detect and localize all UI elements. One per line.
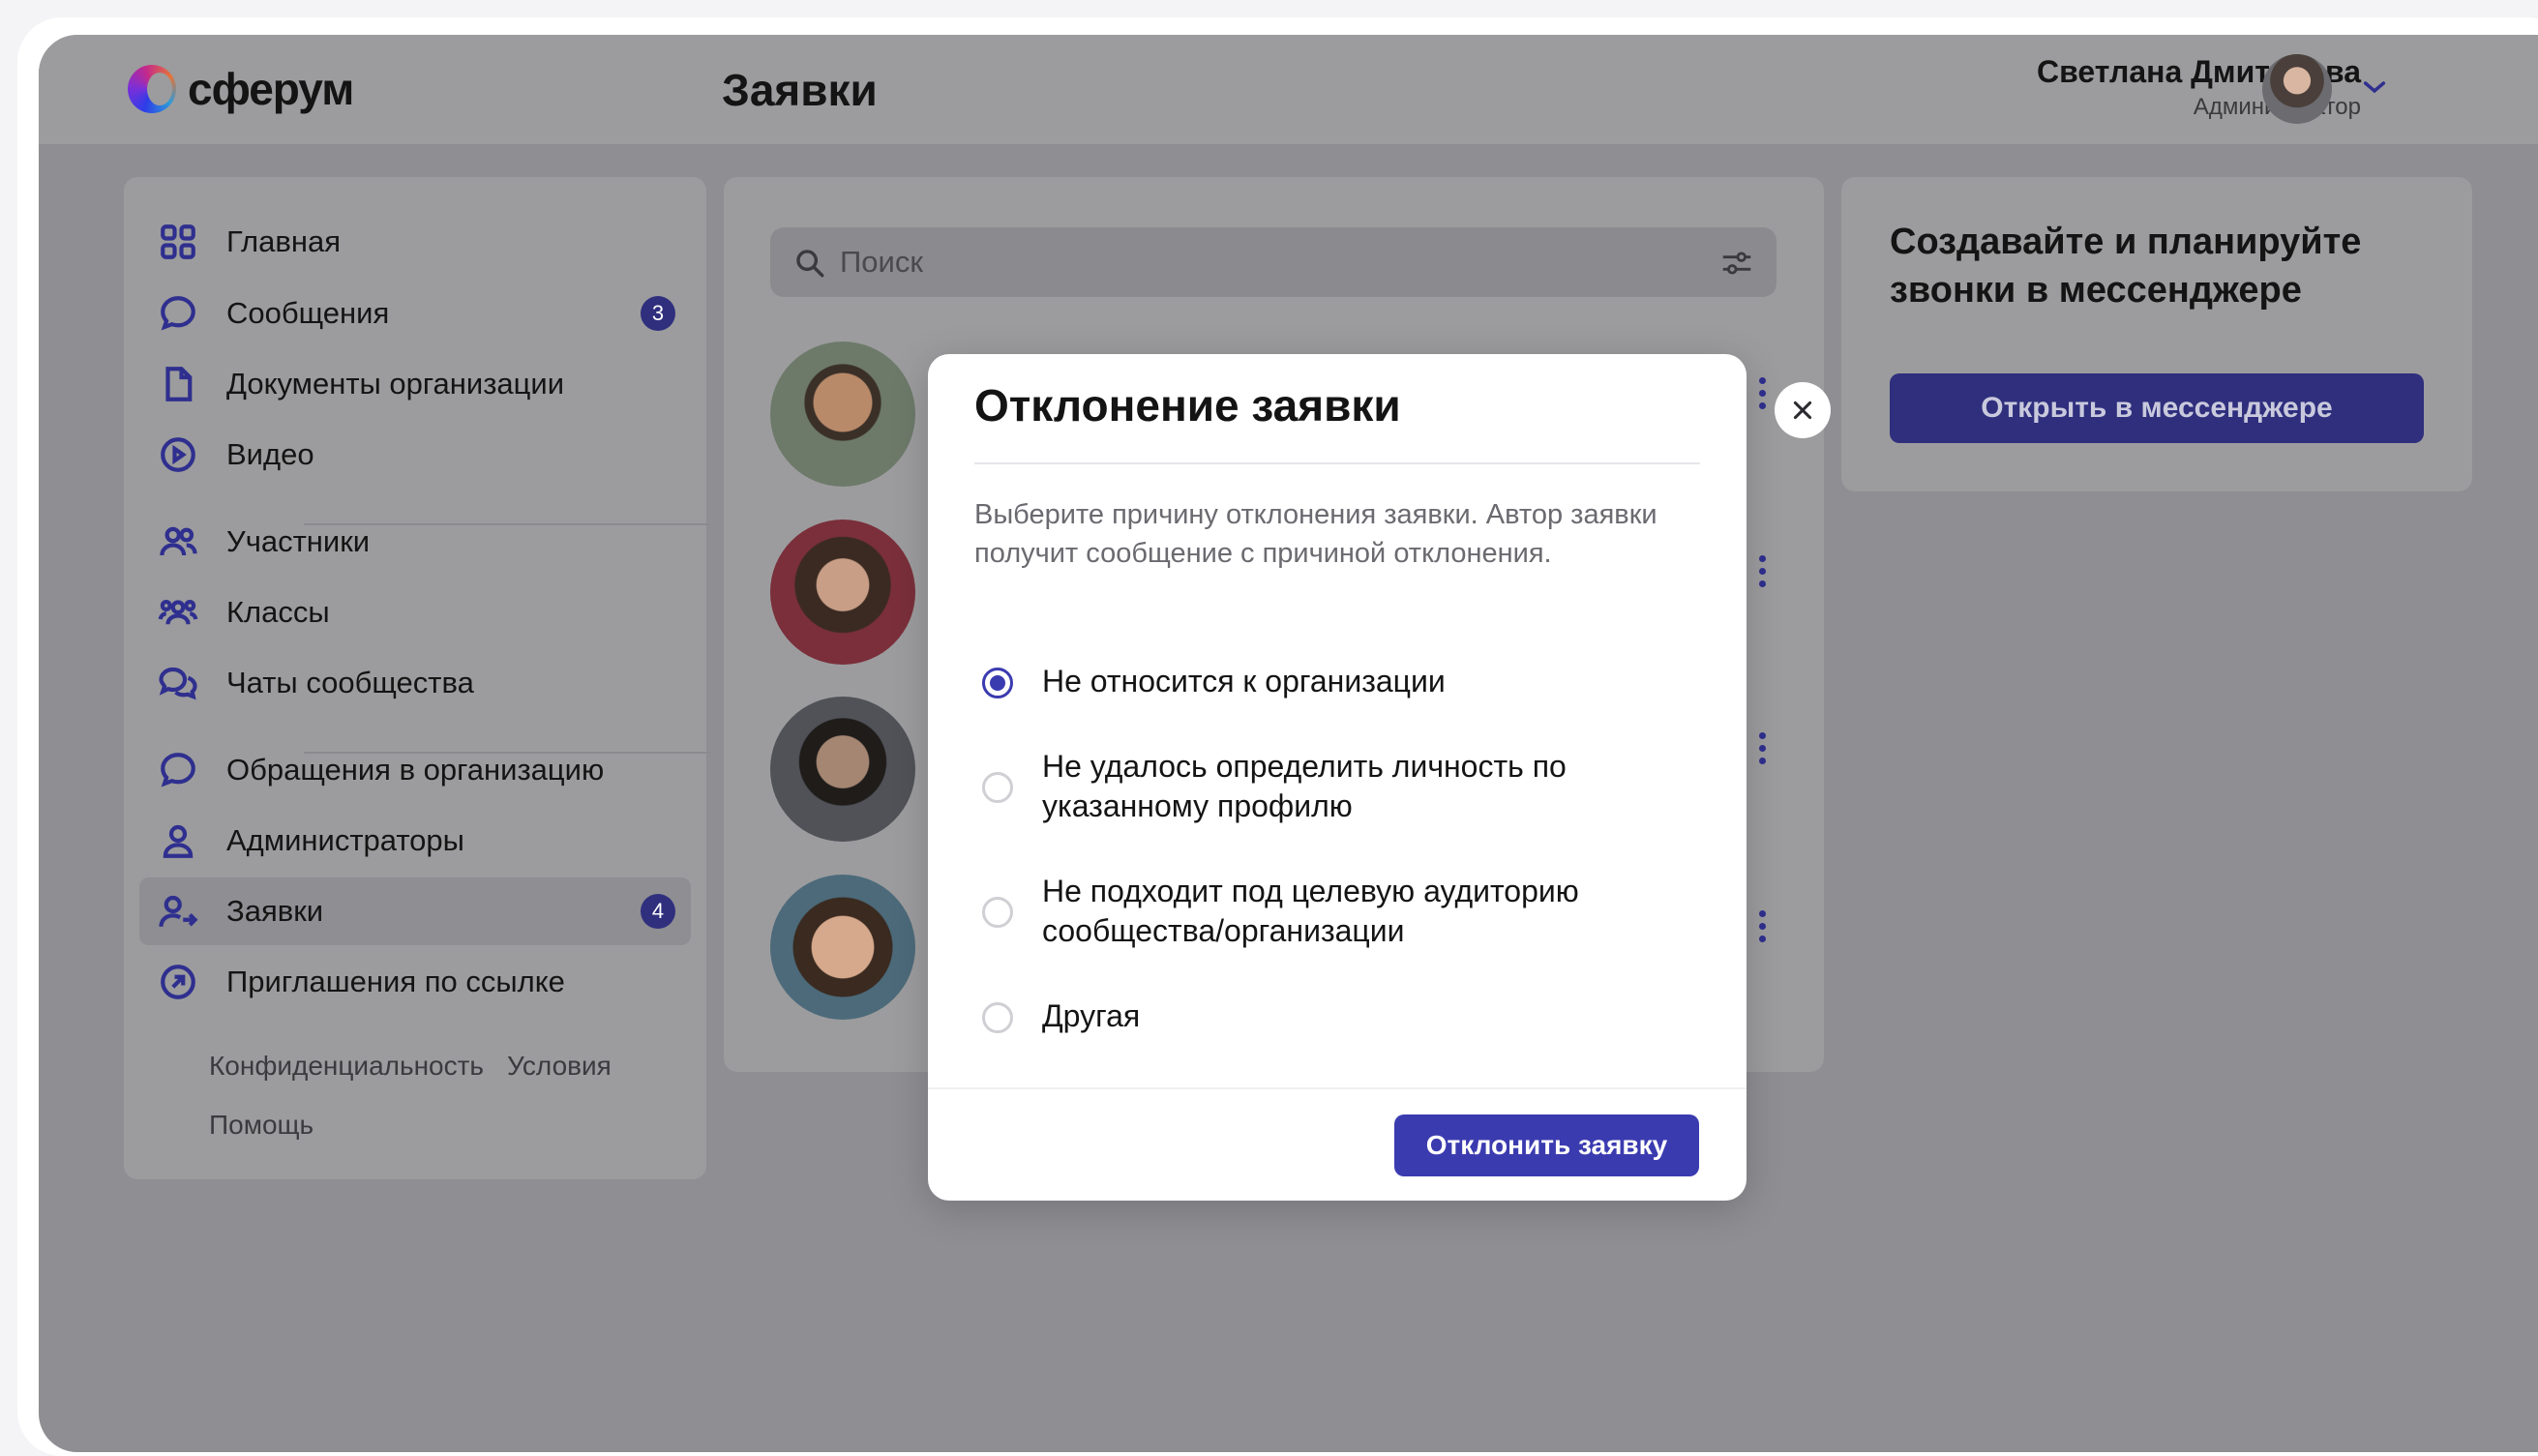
open-messenger-button[interactable]: Открыть в мессенджере (1890, 373, 2424, 443)
divider (928, 1087, 1747, 1089)
sidebar-item-video[interactable]: Видео (139, 421, 691, 489)
help-link[interactable]: Помощь (209, 1110, 314, 1141)
reject-request-button[interactable]: Отклонить заявку (1394, 1114, 1699, 1176)
close-icon (1793, 401, 1812, 420)
group-icon (157, 591, 199, 634)
sidebar-item-messages[interactable]: Сообщения 3 (139, 280, 691, 347)
requests-badge: 4 (641, 894, 675, 929)
more-icon[interactable] (1759, 377, 1769, 415)
option-label: Не удалось определить личность по указан… (1042, 749, 1567, 823)
radio-button[interactable] (982, 1002, 1013, 1033)
sidebar-item-classes[interactable]: Классы (139, 579, 691, 646)
sidebar-item-label: Чаты сообщества (226, 666, 474, 699)
terms-link[interactable]: Условия (507, 1051, 612, 1082)
logo-mark-icon (128, 65, 176, 113)
chats-icon (157, 662, 199, 704)
app-screen: сферум Заявки Светлана Дмитриева Админис… (39, 35, 2538, 1452)
promo-title: Создавайте и планируйте звонки в мессенд… (1890, 222, 2362, 311)
sidebar-item-invite-links[interactable]: Приглашения по ссылке (139, 948, 691, 1016)
chevron-down-icon[interactable] (2359, 72, 2390, 103)
sidebar-item-label: Обращения в организацию (226, 753, 605, 787)
divider (974, 462, 1700, 464)
sidebar-item-label: Видео (226, 437, 314, 471)
sidebar-item-admins[interactable]: Администраторы (139, 807, 691, 875)
close-button[interactable] (1775, 382, 1831, 438)
grid-icon (157, 221, 199, 263)
option-label: Другая (1042, 998, 1141, 1033)
dialog-title: Отклонение заявки (974, 380, 1401, 431)
sidebar-item-label: Классы (226, 595, 330, 629)
search-icon (796, 250, 824, 278)
sidebar-item-requests[interactable]: Заявки 4 (139, 877, 691, 945)
person-icon (157, 819, 199, 862)
more-icon[interactable] (1759, 555, 1769, 593)
chat-icon (157, 292, 199, 335)
messenger-promo: Создавайте и планируйте звонки в мессенд… (1841, 177, 2472, 491)
more-icon[interactable] (1759, 910, 1769, 948)
sidebar-item-members[interactable]: Участники (139, 508, 691, 576)
link-arrow-icon (157, 961, 199, 1003)
sidebar-item-label: Администраторы (226, 823, 464, 857)
logo[interactable]: сферум (128, 63, 354, 115)
sidebar-item-label: Заявки (226, 894, 324, 928)
more-icon[interactable] (1759, 732, 1769, 770)
document-icon (157, 363, 199, 405)
radio-button[interactable] (982, 897, 1013, 928)
privacy-link[interactable]: Конфиденциальность (209, 1051, 484, 1082)
sidebar-item-appeals[interactable]: Обращения в организацию (139, 736, 691, 804)
option-label: Не относится к организации (1042, 664, 1446, 698)
page-title: Заявки (722, 65, 878, 115)
search-placeholder: Поиск (840, 245, 923, 279)
avatar[interactable] (2262, 54, 2332, 124)
reason-option-not-org[interactable]: Не относится к организации (974, 662, 1690, 701)
avatar[interactable] (770, 697, 915, 842)
users-icon (157, 520, 199, 563)
sidebar-item-label: Приглашения по ссылке (226, 965, 565, 998)
avatar[interactable] (770, 342, 915, 487)
avatar[interactable] (770, 520, 915, 665)
reason-option-other[interactable]: Другая (974, 996, 1690, 1036)
radio-button[interactable] (982, 772, 1013, 803)
chat-icon (157, 749, 199, 791)
sidebar-item-community-chats[interactable]: Чаты сообщества (139, 649, 691, 717)
play-icon (157, 433, 199, 476)
sidebar-item-label: Сообщения (226, 296, 390, 330)
dialog-description: Выберите причину отклонения заявки. Авто… (974, 499, 1657, 569)
sidebar-item-label: Участники (226, 524, 371, 558)
sidebar-item-label: Главная (226, 224, 341, 258)
unread-badge: 3 (641, 296, 675, 331)
radio-button[interactable] (982, 668, 1013, 698)
sidebar-item-label: Документы организации (226, 367, 565, 401)
reason-option-audience[interactable]: Не подходит под целевую аудиторию сообще… (974, 872, 1690, 951)
sidebar-item-home[interactable]: Главная (139, 208, 691, 276)
reason-option-identity[interactable]: Не удалось определить личность по указан… (974, 747, 1690, 826)
reject-request-dialog: Отклонение заявки Выберите причину откло… (928, 354, 1747, 1201)
avatar[interactable] (770, 875, 915, 1020)
user-arrow-icon (157, 890, 199, 933)
sidebar: Главная Сообщения 3 Документы организаци… (124, 177, 710, 1179)
search-input[interactable]: Поиск (770, 227, 1777, 297)
logo-text: сферум (188, 64, 354, 114)
option-label: Не подходит под целевую аудиторию сообще… (1042, 874, 1579, 948)
filter-icon[interactable] (1718, 245, 1755, 282)
sidebar-item-documents[interactable]: Документы организации (139, 350, 691, 418)
top-bar: сферум Заявки Светлана Дмитриева Админис… (39, 35, 2538, 144)
